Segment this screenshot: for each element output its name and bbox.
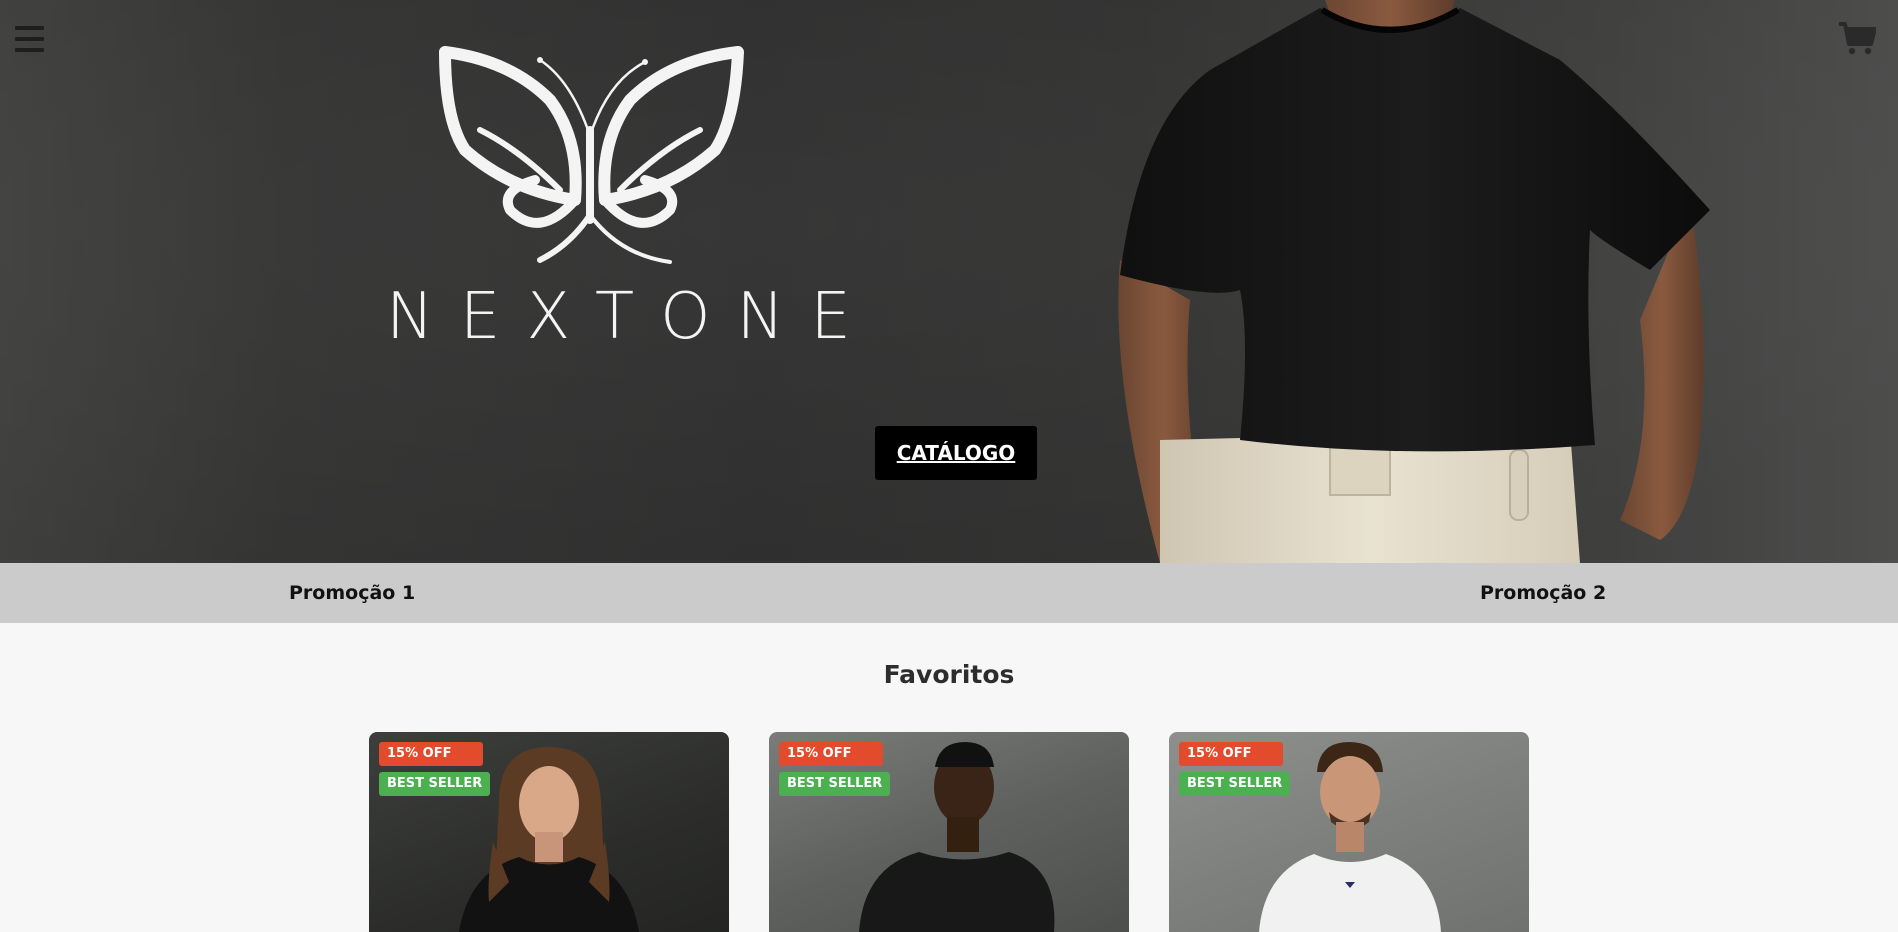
bestseller-badge: BEST SELLER (379, 772, 491, 796)
hero-model-image (1118, 0, 1710, 563)
discount-badge: 15% OFF (779, 742, 883, 766)
bestseller-badge: BEST SELLER (1179, 772, 1291, 796)
discount-badge: 15% OFF (1179, 742, 1283, 766)
product-card-2[interactable]: 15% OFF BEST SELLER (769, 732, 1129, 932)
brand-logo: NEXTONE (360, 40, 877, 360)
favorites-title: Favoritos (883, 660, 1015, 689)
promo-link-1[interactable]: Promoção 1 (289, 582, 415, 604)
butterfly-logo-icon (439, 46, 744, 264)
promo-bar: Promoção 1 Promoção 2 (0, 563, 1898, 623)
product-card-3[interactable]: 15% OFF BEST SELLER (1169, 732, 1529, 932)
catalog-button[interactable]: CATÁLOGO (875, 426, 1037, 480)
shopping-cart-icon[interactable] (1838, 20, 1876, 56)
discount-badge: 15% OFF (379, 742, 483, 766)
product-card-1[interactable]: 15% OFF BEST SELLER (369, 732, 729, 932)
hero-banner: NEXTONE CATÁLOGO (0, 0, 1898, 563)
hamburger-menu-icon[interactable] (15, 26, 44, 52)
bestseller-badge: BEST SELLER (779, 772, 891, 796)
promo-link-2[interactable]: Promoção 2 (1480, 582, 1606, 604)
brand-name: NEXTONE (386, 280, 877, 354)
